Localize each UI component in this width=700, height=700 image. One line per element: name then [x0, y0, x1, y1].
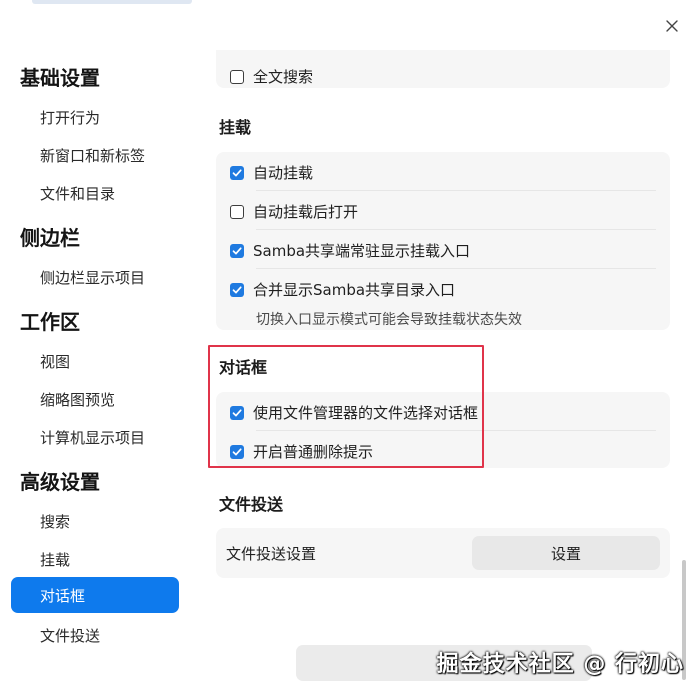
sidebar-item-view[interactable]: 视图	[40, 351, 70, 372]
option-label: 自动挂载后打开	[253, 203, 359, 221]
dialog-options-card: 使用文件管理器的文件选择对话框 开启普通删除提示	[216, 392, 670, 468]
watermark-text: 掘金技术社区 @ 行初心	[436, 652, 684, 677]
sidebar-group-sidebar[interactable]: 侧边栏	[20, 222, 80, 251]
sidebar-item-files-dirs[interactable]: 文件和目录	[40, 183, 115, 204]
settings-sidebar: 基础设置 打开行为 新窗口和新标签 文件和目录 侧边栏 侧边栏显示项目 工作区 …	[0, 50, 190, 700]
option-label: 自动挂载	[253, 164, 314, 182]
title-bar	[0, 0, 700, 50]
checkbox-checked-icon[interactable]	[230, 444, 244, 459]
option-label: 使用文件管理器的文件选择对话框	[253, 404, 479, 422]
divider	[256, 190, 656, 191]
option-auto-mount[interactable]: 自动挂载	[230, 162, 313, 183]
option-delete-prompt[interactable]: 开启普通删除提示	[230, 441, 373, 462]
option-label: 合并显示Samba共享目录入口	[253, 281, 456, 299]
file-transfer-settings-label: 文件投送设置	[226, 545, 317, 563]
option-samba-resident-entry[interactable]: Samba共享端常驻显示挂载入口	[230, 240, 470, 261]
checkbox-icon[interactable]	[230, 204, 244, 219]
title-bar-accent	[32, 0, 192, 4]
sidebar-item-search[interactable]: 搜索	[40, 511, 70, 532]
option-merge-samba-entry[interactable]: 合并显示Samba共享目录入口	[230, 279, 455, 300]
option-label: 全文搜索	[253, 68, 314, 86]
section-title-dialog: 对话框	[219, 358, 268, 377]
file-transfer-settings-button[interactable]: 设置	[472, 536, 660, 570]
mount-hint-text: 切换入口显示模式可能会导致挂载状态失效	[256, 312, 522, 328]
sidebar-item-computer-display[interactable]: 计算机显示项目	[40, 427, 145, 448]
checkbox-icon[interactable]	[230, 69, 244, 84]
checkbox-checked-icon[interactable]	[230, 243, 244, 258]
option-label: 开启普通删除提示	[253, 443, 374, 461]
sidebar-item-mount[interactable]: 挂载	[40, 549, 70, 570]
sidebar-group-workspace[interactable]: 工作区	[20, 306, 80, 335]
checkbox-checked-icon[interactable]	[230, 282, 244, 297]
checkbox-checked-icon[interactable]	[230, 405, 244, 420]
section-title-file-transfer: 文件投送	[219, 495, 284, 514]
sidebar-group-basic[interactable]: 基础设置	[20, 62, 100, 91]
divider	[256, 229, 656, 230]
settings-content: 全文搜索 挂载 自动挂载 自动挂载后打开 Samba共享端常驻显示挂载入口 合并…	[199, 50, 687, 690]
search-options-card: 全文搜索	[216, 50, 670, 88]
option-full-text-search[interactable]: 全文搜索	[230, 66, 313, 87]
sidebar-item-sidebar-display[interactable]: 侧边栏显示项目	[40, 267, 145, 288]
checkbox-checked-icon[interactable]	[230, 165, 244, 180]
close-icon[interactable]	[658, 12, 686, 40]
option-open-after-mount[interactable]: 自动挂载后打开	[230, 201, 358, 222]
section-title-mount: 挂载	[219, 118, 252, 137]
option-label: Samba共享端常驻显示挂载入口	[253, 242, 471, 260]
mount-options-card: 自动挂载 自动挂载后打开 Samba共享端常驻显示挂载入口 合并显示Samba共…	[216, 152, 670, 330]
sidebar-item-new-window-tab[interactable]: 新窗口和新标签	[40, 145, 145, 166]
sidebar-item-file-transfer[interactable]: 文件投送	[40, 625, 100, 646]
sidebar-item-open-behavior[interactable]: 打开行为	[40, 107, 100, 128]
divider	[256, 268, 656, 269]
sidebar-item-thumbnail-preview[interactable]: 缩略图预览	[40, 389, 115, 410]
sidebar-group-advanced[interactable]: 高级设置	[20, 466, 100, 495]
sidebar-item-dialog[interactable]: 对话框	[11, 577, 179, 613]
option-use-file-manager-dialog[interactable]: 使用文件管理器的文件选择对话框	[230, 402, 478, 423]
file-transfer-card: 文件投送设置 设置	[216, 528, 670, 578]
divider	[256, 430, 656, 431]
